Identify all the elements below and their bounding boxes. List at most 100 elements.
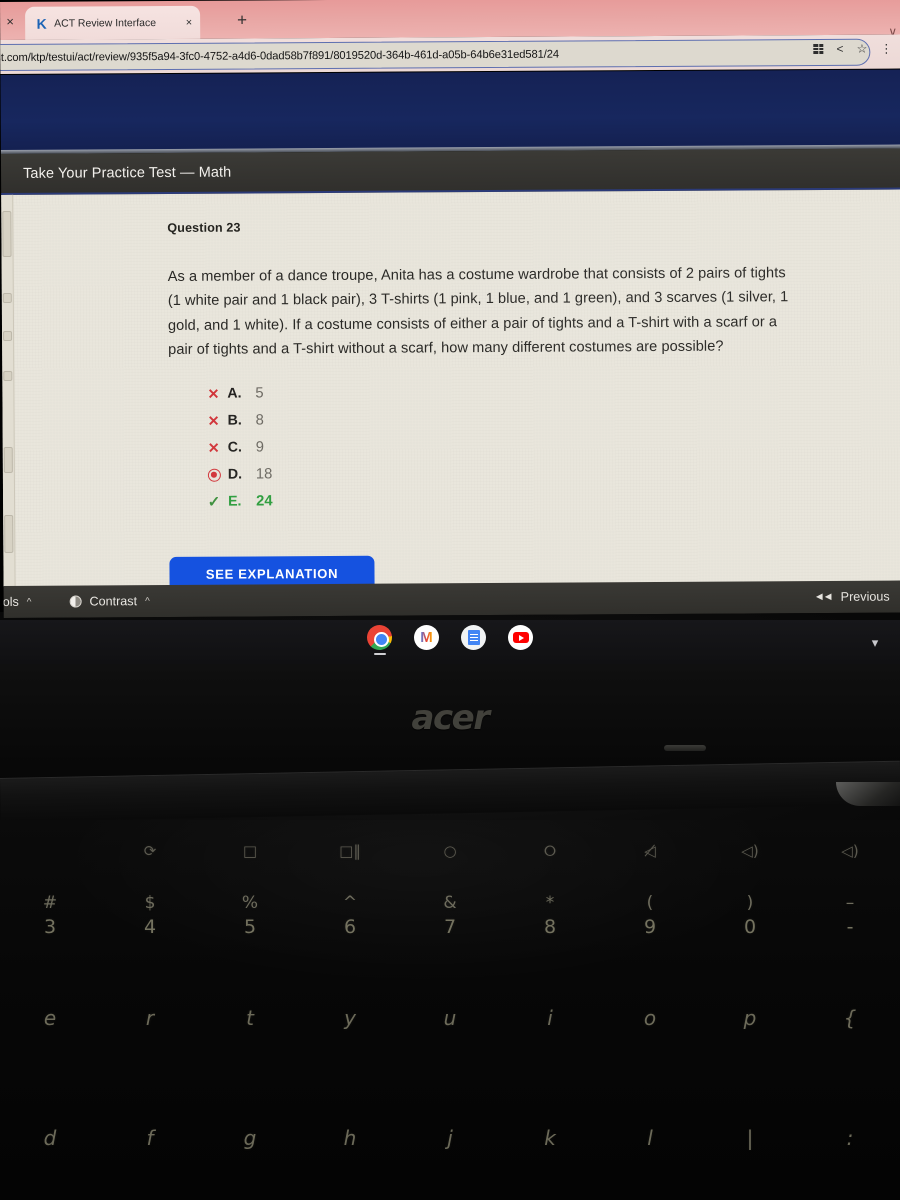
youtube-icon[interactable] <box>508 625 533 650</box>
key-j[interactable]: j <box>400 1126 500 1150</box>
answer-choice-b[interactable]: ✕ B. 8 <box>199 404 798 435</box>
key-semicolon[interactable]: : <box>800 1126 900 1150</box>
key-i[interactable]: i <box>500 1006 600 1030</box>
contrast-label: Contrast <box>89 594 138 609</box>
key-upper-glyph: # <box>42 893 58 913</box>
close-icon[interactable]: × <box>184 16 193 28</box>
key-upper-glyph: ^ <box>342 893 358 913</box>
url-text: st.com/ktp/testui/act/review/935f5a94-3f… <box>0 48 559 64</box>
key-bracket[interactable]: { <box>800 1006 900 1030</box>
docs-page-glyph <box>467 630 480 645</box>
choice-letter: B. <box>227 412 242 429</box>
key-lower-glyph: 7 <box>443 916 457 938</box>
key-lower-glyph: - <box>846 916 854 938</box>
rail-chip <box>3 370 13 381</box>
kaplan-k-icon: K <box>36 15 45 32</box>
question-content: Question 23 As a member of a dance troup… <box>167 217 799 515</box>
key-upper-glyph: – <box>845 893 855 913</box>
key-refresh[interactable]: ⟳ <box>100 842 200 860</box>
key-blank[interactable] <box>0 842 100 860</box>
key-upper-glyph: $ <box>144 893 156 913</box>
rail-chip <box>3 446 13 473</box>
key-fullscreen[interactable]: □ <box>200 842 300 860</box>
browser-tab-act-review[interactable]: K ACT Review Interface × <box>25 5 201 40</box>
previous-button[interactable]: ◄◄ Previous <box>814 590 890 604</box>
correct-check-icon: ✓ <box>207 493 221 511</box>
key-lower-glyph: 0 <box>743 916 757 938</box>
chevron-up-icon: ^ <box>145 595 150 607</box>
key-brightness-up[interactable]: ⭘ <box>500 842 600 860</box>
choice-value: 18 <box>255 466 273 483</box>
key-6[interactable]: ^ 6 <box>300 892 400 940</box>
key-e[interactable]: e <box>0 1006 100 1030</box>
keyboard-qwerty-row: e r t y u i o p { <box>0 1006 900 1030</box>
browser-menu-icon[interactable]: ⋮ <box>880 42 892 56</box>
key-9[interactable]: ( 9 <box>600 892 700 940</box>
google-docs-icon[interactable] <box>461 625 486 650</box>
key-g[interactable]: g <box>200 1126 300 1150</box>
rail-chip <box>3 330 13 341</box>
key-minus[interactable]: – - <box>800 892 900 940</box>
keyboard-home-row: d f g h j k l | : <box>0 1126 900 1150</box>
key-upper-glyph: % <box>241 893 259 913</box>
key-y[interactable]: y <box>300 1006 400 1030</box>
rail-chip <box>2 292 12 303</box>
new-tab-button[interactable]: + <box>237 10 247 29</box>
choice-letter: D. <box>227 466 243 483</box>
left-close-icon[interactable]: × <box>2 14 18 30</box>
key-upper-glyph: * <box>545 893 555 913</box>
left-rail <box>1 194 16 587</box>
choice-letter: E. <box>228 493 242 510</box>
key-7[interactable]: & 7 <box>400 892 500 940</box>
key-d[interactable]: d <box>0 1126 100 1150</box>
key-8[interactable]: * 8 <box>500 892 600 940</box>
key-overview[interactable]: □‖ <box>300 842 400 860</box>
key-t[interactable]: t <box>200 1006 300 1030</box>
answer-choice-c[interactable]: ✕ C. 9 <box>200 431 799 462</box>
bookmark-star-icon[interactable]: ☆ <box>857 42 868 56</box>
answer-choice-e[interactable]: ✓ E. 24 <box>200 485 799 516</box>
key-4[interactable]: $ 4 <box>100 892 200 940</box>
answer-choices-list: ✕ A. 5 ✕ B. 8 ✕ C. 9 D. 18 ✓ E. 24 <box>199 377 799 516</box>
active-app-indicator <box>373 653 386 655</box>
answer-choice-d[interactable]: D. 18 <box>200 458 799 489</box>
key-mute[interactable]: ◁̸ <box>600 842 700 860</box>
qr-grid-icon[interactable] <box>813 43 824 55</box>
selected-radio-icon <box>200 468 228 482</box>
contrast-menu[interactable]: Contrast ^ <box>69 594 150 609</box>
screenshot-root: × K ACT Review Interface × + ∨ st.com/kt… <box>0 0 900 1200</box>
wifi-icon[interactable]: ▾ <box>864 632 886 654</box>
key-pipe[interactable]: | <box>700 1126 800 1150</box>
choice-value: 24 <box>256 493 273 510</box>
chrome-icon[interactable] <box>367 625 392 655</box>
tools-menu[interactable]: ools ^ <box>0 595 32 609</box>
key-k[interactable]: k <box>500 1126 600 1150</box>
key-o[interactable]: o <box>600 1006 700 1030</box>
question-number-label: Question 23 <box>167 220 241 235</box>
question-text: As a member of a dance troupe, Anita has… <box>167 265 789 359</box>
key-volume-up[interactable]: ◁) <box>800 842 900 860</box>
gmail-icon[interactable]: M <box>414 625 439 650</box>
key-u[interactable]: u <box>400 1006 500 1030</box>
key-lower-glyph: 5 <box>243 916 257 938</box>
rail-chip <box>4 514 14 553</box>
key-upper-glyph: ) <box>746 893 754 913</box>
key-r[interactable]: r <box>100 1006 200 1030</box>
answer-choice-a[interactable]: ✕ A. 5 <box>199 377 798 408</box>
key-h[interactable]: h <box>300 1126 400 1150</box>
key-volume-down[interactable]: ◁) <box>700 842 800 860</box>
key-3[interactable]: # 3 <box>0 892 100 940</box>
key-l[interactable]: l <box>600 1126 700 1150</box>
key-0[interactable]: ) 0 <box>700 892 800 940</box>
key-lower-glyph: 6 <box>343 916 357 938</box>
key-brightness-down[interactable]: ○ <box>400 842 500 860</box>
keyboard-function-row: ⟳ □ □‖ ○ ⭘ ◁̸ ◁) ◁) <box>0 842 900 860</box>
keyboard-number-row: # 3 $ 4 % 5 ^ 6 & 7 * 8 (9) 0 – - <box>0 892 900 940</box>
share-icon[interactable]: < <box>836 42 843 56</box>
chevron-up-icon: ^ <box>26 596 32 608</box>
key-f[interactable]: f <box>100 1126 200 1150</box>
key-lower-glyph: 9 <box>643 916 657 938</box>
address-bar[interactable]: st.com/ktp/testui/act/review/935f5a94-3f… <box>0 38 871 72</box>
key-5[interactable]: % 5 <box>200 892 300 940</box>
key-p[interactable]: p <box>700 1006 800 1030</box>
